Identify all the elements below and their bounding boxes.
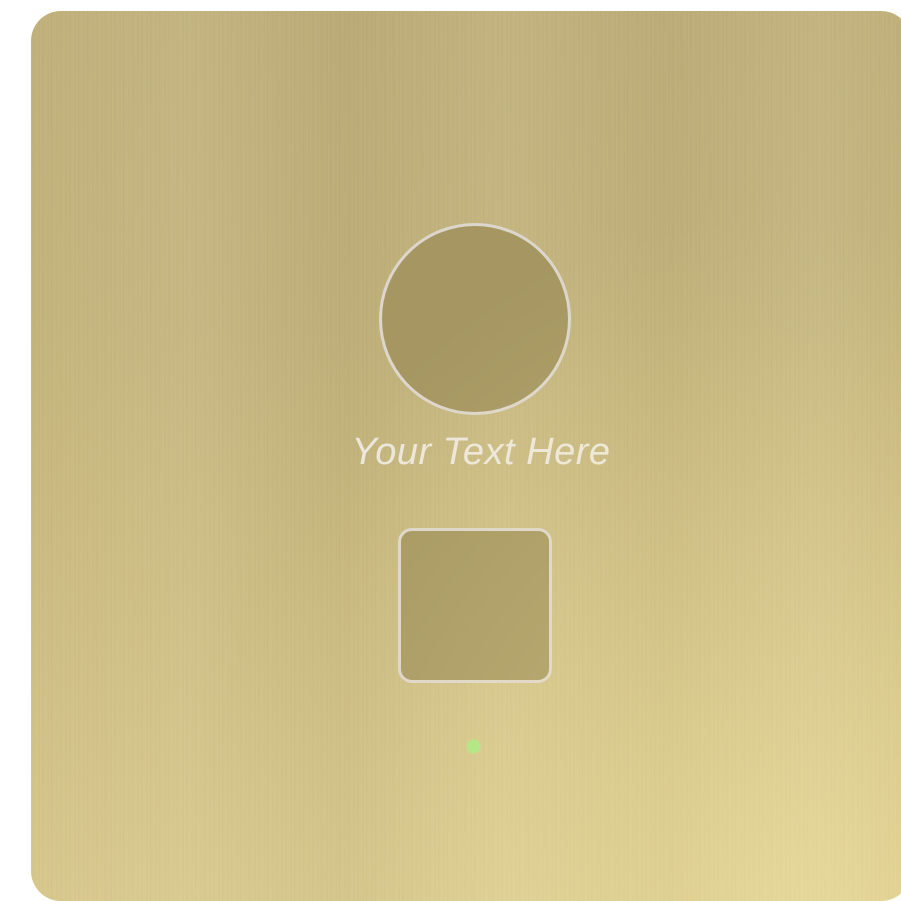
button-caption-label: Your Text Here [351, 431, 611, 473]
brass-switch-plate: Your Text Here [31, 11, 901, 901]
status-indicator-light [467, 740, 480, 753]
square-push-button[interactable] [398, 528, 552, 683]
round-push-button[interactable] [379, 223, 571, 415]
